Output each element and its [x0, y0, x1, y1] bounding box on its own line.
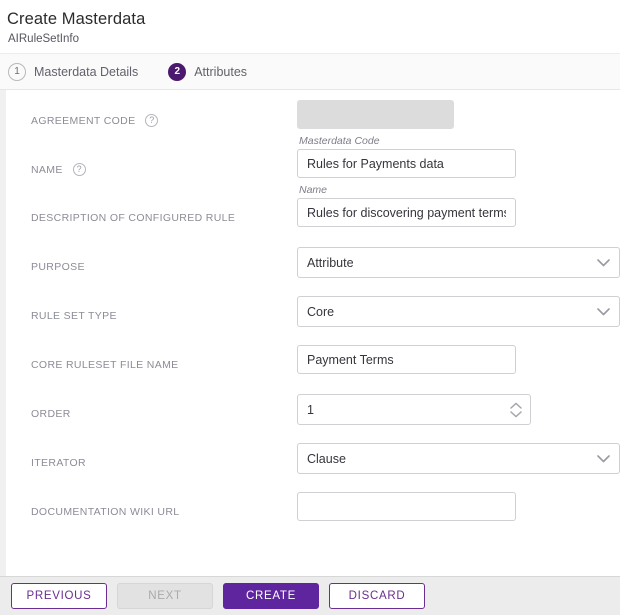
control-agreement-code: Masterdata Code: [297, 100, 620, 147]
label-documentation-wiki-url: DOCUMENTATION WIKI URL: [31, 492, 297, 518]
next-button: NEXT: [117, 583, 213, 609]
label-rule-set-type: RULE SET TYPE: [31, 296, 297, 322]
help-circle-icon[interactable]: ?: [145, 114, 159, 127]
label-text: DESCRIPTION OF CONFIGURED RULE: [31, 212, 236, 224]
hint-agreement-code: Masterdata Code: [299, 135, 380, 147]
step-masterdata-details[interactable]: 1 Masterdata Details: [8, 62, 139, 81]
previous-button[interactable]: PREVIOUS: [11, 583, 107, 609]
control-description: [297, 198, 620, 227]
step-1-badge: 1: [8, 62, 26, 81]
label-name: NAME ?: [31, 149, 297, 176]
control-core-ruleset-file-name: [297, 345, 620, 374]
page-header: Create Masterdata AIRuleSetInfo: [0, 0, 620, 53]
purpose-select-value[interactable]: [297, 247, 620, 278]
label-text: ORDER: [31, 408, 71, 420]
chevron-up-icon: [510, 402, 522, 409]
field-description: DESCRIPTION OF CONFIGURED RULE: [6, 198, 620, 247]
name-input[interactable]: [297, 149, 516, 178]
iterator-select[interactable]: [297, 443, 620, 474]
field-purpose: PURPOSE: [6, 247, 620, 296]
form-area: AGREEMENT CODE ? Masterdata Code NAME ?: [6, 90, 620, 576]
field-documentation-wiki-url: DOCUMENTATION WIKI URL: [6, 492, 620, 541]
label-text: RULE SET TYPE: [31, 310, 117, 322]
create-button[interactable]: CREATE: [223, 583, 319, 609]
page-title: Create Masterdata: [7, 10, 146, 28]
form-scroll-container[interactable]: AGREEMENT CODE ? Masterdata Code NAME ?: [0, 90, 620, 576]
stepper-arrows[interactable]: [510, 402, 522, 418]
control-rule-set-type: [297, 296, 620, 327]
label-text: ITERATOR: [31, 457, 86, 469]
step-1-label: Masterdata Details: [34, 64, 139, 79]
purpose-select[interactable]: [297, 247, 620, 278]
field-rule-set-type: RULE SET TYPE: [6, 296, 620, 345]
description-input[interactable]: [297, 198, 516, 227]
wizard-stepper: 1 Masterdata Details 2 Attributes: [0, 53, 620, 90]
discard-button[interactable]: DISCARD: [329, 583, 425, 609]
label-agreement-code: AGREEMENT CODE ?: [31, 100, 297, 127]
form-fields: AGREEMENT CODE ? Masterdata Code NAME ?: [6, 90, 620, 541]
step-attributes[interactable]: 2 Attributes: [168, 62, 248, 81]
order-input[interactable]: [297, 394, 531, 425]
label-order: ORDER: [31, 394, 297, 420]
rule-set-type-select-value[interactable]: [297, 296, 620, 327]
control-purpose: [297, 247, 620, 278]
step-2-label: Attributes: [194, 64, 248, 79]
label-iterator: ITERATOR: [31, 443, 297, 469]
label-core-ruleset-file-name: CORE RULESET FILE NAME: [31, 345, 297, 371]
agreement-code-input: [297, 100, 454, 129]
label-text: DOCUMENTATION WIKI URL: [31, 506, 180, 518]
control-documentation-wiki-url: [297, 492, 620, 521]
field-agreement-code: AGREEMENT CODE ? Masterdata Code: [6, 100, 620, 149]
field-iterator: ITERATOR: [6, 443, 620, 492]
page-subtitle: AIRuleSetInfo: [8, 33, 79, 45]
help-circle-icon[interactable]: ?: [72, 163, 86, 176]
control-name: Name: [297, 149, 620, 196]
control-iterator: [297, 443, 620, 474]
action-bar: PREVIOUS NEXT CREATE DISCARD: [0, 576, 620, 615]
core-ruleset-file-name-input[interactable]: [297, 345, 516, 374]
label-text: AGREEMENT CODE: [31, 114, 136, 127]
iterator-select-value[interactable]: [297, 443, 620, 474]
rule-set-type-select[interactable]: [297, 296, 620, 327]
label-purpose: PURPOSE: [31, 247, 297, 273]
field-name: NAME ? Name: [6, 149, 620, 198]
field-order: ORDER: [6, 394, 620, 443]
order-stepper[interactable]: [297, 394, 531, 425]
label-text: CORE RULESET FILE NAME: [31, 359, 179, 371]
label-text: PURPOSE: [31, 261, 85, 273]
hint-name: Name: [299, 184, 328, 196]
step-2-badge: 2: [168, 62, 187, 81]
chevron-down-icon: [510, 410, 522, 417]
create-masterdata-page: Create Masterdata AIRuleSetInfo 1 Master…: [0, 0, 620, 615]
control-order: [297, 394, 620, 425]
field-core-ruleset-file-name: CORE RULESET FILE NAME: [6, 345, 620, 394]
label-description: DESCRIPTION OF CONFIGURED RULE: [31, 198, 297, 224]
label-text: NAME: [31, 163, 63, 176]
documentation-wiki-url-input[interactable]: [297, 492, 516, 521]
